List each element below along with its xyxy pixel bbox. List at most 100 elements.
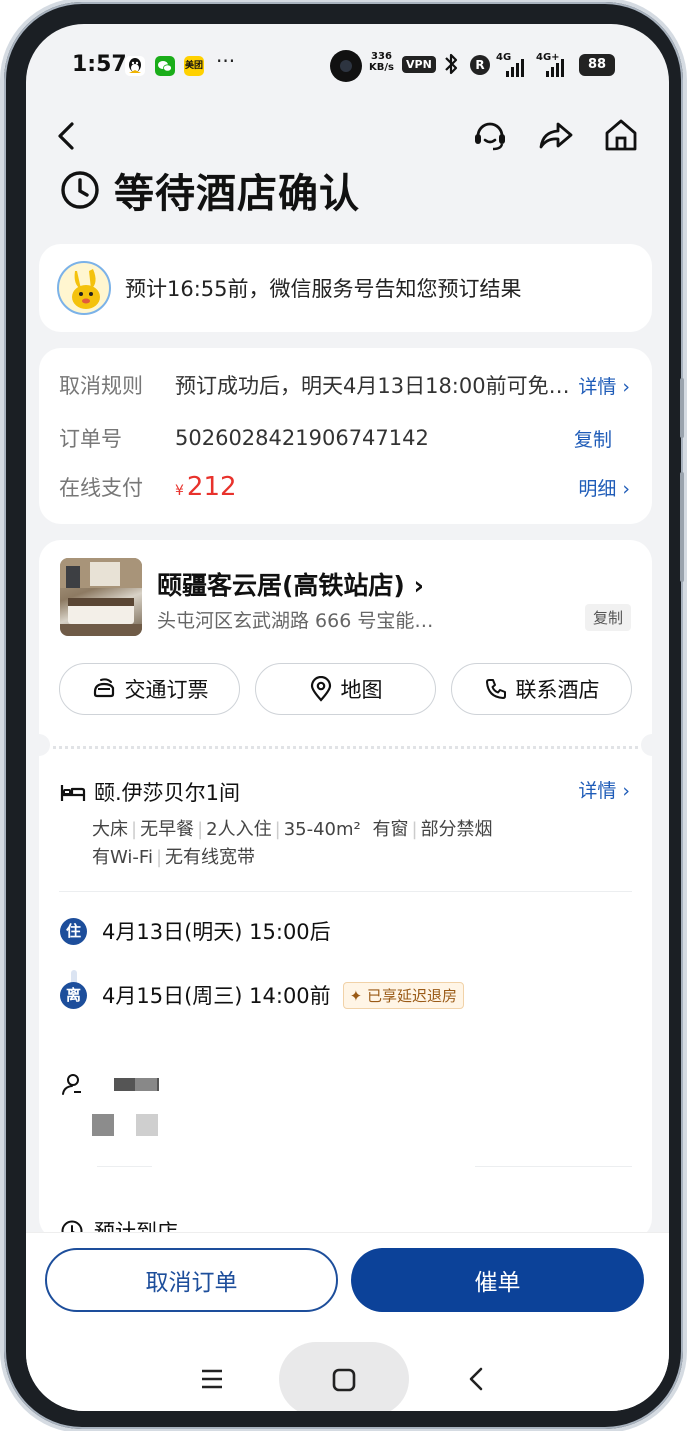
contact-hotel-label: 联系酒店 <box>515 678 600 702</box>
amenities-line-2: 有Wi-Fi | 无有线宽带 <box>92 847 256 868</box>
mascot-icon <box>57 261 111 315</box>
home-icon[interactable] <box>602 116 640 154</box>
check-out-row: 离 4月15日(周三) 14:00前 ✦ 已享延迟退房 <box>60 980 465 1010</box>
side-button <box>680 378 684 438</box>
status-bar: 1:57 美团 ··· 336 KB/s VPN R 4G 4G+ 88 <box>26 24 669 104</box>
notice-text: 预计16:55前，微信服务号告知您预订结果 <box>125 277 522 301</box>
home-square-icon[interactable] <box>332 1368 356 1392</box>
share-icon[interactable] <box>537 116 575 154</box>
cancel-order-button[interactable]: 取消订单 <box>45 1248 338 1312</box>
location-pin-icon <box>310 676 331 702</box>
page-title: 等待酒店确认 <box>114 171 360 217</box>
payment-detail-link[interactable]: 明细 › <box>578 474 630 501</box>
battery-icon: 88 <box>579 54 615 76</box>
guest-icon <box>62 1074 81 1095</box>
back-button[interactable] <box>50 116 82 156</box>
hotel-name-link[interactable]: 颐疆客云居(高铁站店) › <box>157 566 424 602</box>
vpn-badge: VPN <box>402 56 436 73</box>
room-amenities: 大床 | 无早餐 | 2人入住 | 35-40m² 有窗 | 部分禁烟 有Wi-Fi | 无有线宽带 <box>92 816 592 872</box>
hotel-card: 颐疆客云居(高铁站店) › 头屯河区玄武湖路 666 号宝能城 1 号公寓 7 … <box>28 540 663 1244</box>
amount-value: 212 <box>186 472 237 502</box>
speed-value: 336 <box>371 51 392 62</box>
hotel-address: 头屯河区玄武湖路 666 号宝能城 1 号公寓 7 ... <box>157 610 447 632</box>
bed-icon <box>60 785 86 801</box>
crown-icon: ✦ <box>349 986 363 1005</box>
payment-detail-label: 明细 <box>578 477 617 500</box>
chevron-right-icon: › <box>404 571 424 600</box>
chevron-right-icon: › <box>622 477 630 500</box>
meituan-icon: 美团 <box>184 56 204 76</box>
speed-unit: KB/s <box>369 62 394 73</box>
order-number-value: 5026028421906747142 <box>175 426 429 450</box>
cancel-policy-detail-label: 详情 <box>578 375 617 398</box>
amenity-tag: 大床 <box>92 819 128 840</box>
online-payment-label: 在线支付 <box>59 476 143 500</box>
chevron-right-icon: › <box>622 780 630 802</box>
room-title: 颐.伊莎贝尔1间 <box>94 781 241 805</box>
amenity-tag: 无有线宽带 <box>165 847 256 868</box>
order-number-label: 订单号 <box>59 427 122 451</box>
back-nav-icon[interactable] <box>466 1366 486 1392</box>
customer-service-icon[interactable] <box>471 116 509 154</box>
more-notifications-icon: ··· <box>216 49 236 73</box>
late-checkout-tag: ✦ 已享延迟退房 <box>342 981 465 1009</box>
amenity-tag: 部分禁烟 <box>420 819 493 840</box>
section-divider <box>97 1166 152 1167</box>
ticket-notch <box>28 734 50 756</box>
contact-hotel-button[interactable]: 联系酒店 <box>451 663 632 715</box>
screen: 1:57 美团 ··· 336 KB/s VPN R 4G 4G+ 88 等待酒… <box>26 24 669 1411</box>
redacted-guest-info <box>92 1114 114 1136</box>
room-detail-label: 详情 <box>578 780 617 802</box>
check-in-badge: 住 <box>60 917 87 945</box>
wechat-icon <box>155 56 175 76</box>
notice-card: 预计16:55前，微信服务号告知您预订结果 <box>39 244 652 332</box>
currency-symbol: ¥ <box>175 483 184 499</box>
transport-ticket-button[interactable]: 交通订票 <box>59 663 240 715</box>
bluetooth-icon <box>442 52 460 81</box>
amenity-tag: 有窗 <box>372 819 409 840</box>
side-button <box>680 472 684 582</box>
check-in-row: 住 4月13日(明天) 15:00后 <box>60 916 331 946</box>
dotted-divider <box>53 746 638 749</box>
late-checkout-label: 已享延迟退房 <box>367 986 458 1005</box>
signal-icon <box>546 59 564 77</box>
hotel-name: 颐疆客云居(高铁站店) <box>157 571 405 600</box>
section-divider <box>475 1166 632 1167</box>
bottom-action-bar: 取消订单 催单 <box>26 1232 669 1411</box>
check-in-text: 4月13日(明天) 15:00后 <box>102 920 331 944</box>
status-time: 1:57 <box>72 52 127 77</box>
amenity-tag: 有Wi-Fi <box>92 847 153 868</box>
page-title-row: 等待酒店确认 <box>60 164 360 217</box>
cancel-policy-label: 取消规则 <box>59 374 143 398</box>
amenity-tag: 35-40m² <box>283 819 361 840</box>
urge-order-button[interactable]: 催单 <box>351 1248 644 1312</box>
clock-icon <box>61 171 99 209</box>
phone-frame: 1:57 美团 ··· 336 KB/s VPN R 4G 4G+ 88 等待酒… <box>4 2 684 1429</box>
room-detail-link[interactable]: 详情 › <box>578 776 630 803</box>
amenities-line-1: 大床 | 无早餐 | 2人入住 | 35-40m² 有窗 | 部分禁烟 <box>92 819 493 840</box>
check-out-badge: 离 <box>60 981 87 1009</box>
qq-icon <box>125 56 145 76</box>
redacted-guest-name <box>135 1078 157 1091</box>
order-info-card: 取消规则 预订成功后，明天4月13日18:00前可免费取消 详情 › 订单号 5… <box>39 348 652 524</box>
copy-order-number-button[interactable]: 复制 <box>574 425 612 452</box>
room-title-row: 颐.伊莎贝尔1间 <box>60 777 240 807</box>
cancel-policy-detail-link[interactable]: 详情 › <box>578 372 630 399</box>
phone-icon <box>485 679 506 699</box>
map-button[interactable]: 地图 <box>255 663 436 715</box>
check-out-text: 4月15日(周三) 14:00前 <box>102 984 331 1008</box>
hotel-photo[interactable] <box>60 558 142 636</box>
r-badge: R <box>470 55 490 75</box>
copy-address-button[interactable]: 复制 <box>585 604 632 631</box>
menu-icon[interactable] <box>200 1368 224 1390</box>
section-divider <box>59 891 632 892</box>
system-navigation-bar <box>26 1332 669 1411</box>
cancel-policy-value: 预订成功后，明天4月13日18:00前可免费取消 <box>175 374 573 398</box>
transport-ticket-label: 交通订票 <box>124 678 209 702</box>
chevron-right-icon: › <box>622 375 630 398</box>
map-label: 地图 <box>340 678 383 702</box>
order-number-row: 订单号 5026028421906747142 复制 <box>59 421 630 455</box>
online-payment-row: 在线支付 ¥212 明细 › <box>59 470 630 504</box>
amenity-tag: 2人入住 <box>206 819 272 840</box>
cancel-policy-row: 取消规则 预订成功后，明天4月13日18:00前可免费取消 详情 › <box>59 368 630 402</box>
